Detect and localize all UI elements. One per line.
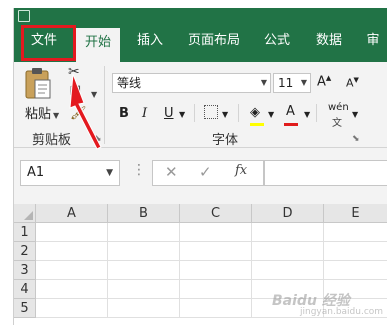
paint-bucket-icon[interactable]: ◈ — [250, 105, 260, 120]
border-icon[interactable] — [204, 105, 218, 119]
grid-cell[interactable] — [108, 261, 180, 280]
resize-handle-icon[interactable]: ⋮ — [132, 162, 146, 178]
row-header[interactable]: 3 — [14, 261, 36, 280]
divider — [238, 104, 239, 122]
select-all-icon — [24, 211, 33, 220]
grid-cell[interactable] — [108, 223, 180, 242]
row-header[interactable]: 5 — [14, 299, 36, 318]
font-name-value: 等线 — [117, 76, 142, 90]
font-name-select[interactable]: 等线 ▼ — [112, 73, 271, 93]
grid-cell[interactable] — [324, 242, 387, 261]
clipboard-icon — [25, 68, 51, 99]
grid-cell[interactable] — [180, 242, 252, 261]
chevron-down-icon[interactable]: ▼ — [179, 110, 185, 119]
watermark-subtext: jingyan.baidu.com — [300, 307, 384, 317]
file-tab-highlight-box — [21, 25, 76, 61]
font-group-label: 字体 — [212, 133, 239, 148]
shrink-font-button[interactable]: A▼ — [346, 76, 359, 90]
grid-cell[interactable] — [108, 280, 180, 299]
column-header[interactable]: A — [36, 204, 108, 223]
formula-bar: A1 ▼ ⋮ ✕ ✓ fx — [14, 148, 387, 204]
phonetic-guide-button[interactable]: wén — [328, 102, 349, 113]
phonetic-guide-glyph: 文 — [332, 118, 342, 129]
chevron-down-icon: ▼ — [300, 78, 307, 87]
font-color-button[interactable]: A — [286, 104, 295, 119]
tab-insert[interactable]: 插入 — [128, 24, 172, 62]
tab-data[interactable]: 数据 — [307, 24, 351, 62]
ribbon-tab-bar: 文件 开始 插入 页面布局 公式 数据 审 — [14, 24, 387, 62]
font-color-swatch — [284, 123, 298, 126]
chevron-down-icon[interactable]: ▼ — [222, 110, 228, 119]
shrink-font-label: A — [346, 76, 354, 90]
grid-cell[interactable] — [180, 280, 252, 299]
grow-font-label: A — [317, 74, 326, 90]
scissors-icon[interactable]: ✂ — [68, 64, 80, 80]
chevron-down-icon[interactable]: ▼ — [91, 90, 97, 99]
ribbon-home-panel: 粘贴 ▼ ✂ ❐ 🖌 ▼ 剪贴板 ⬊ 等线 ▼ 11 ▼ A▲ A▼ B I U… — [14, 62, 387, 148]
chevron-down-icon: ▼ — [106, 168, 113, 178]
quick-access-icon[interactable] — [18, 10, 30, 22]
grid-cell[interactable] — [180, 261, 252, 280]
grid-cell[interactable] — [36, 261, 108, 280]
font-size-select[interactable]: 11 ▼ — [273, 73, 311, 93]
italic-button[interactable]: I — [142, 106, 147, 121]
bold-button[interactable]: B — [119, 106, 129, 121]
chevron-down-icon[interactable]: ▼ — [268, 110, 274, 119]
underline-button[interactable]: U — [164, 106, 174, 121]
grid-cell[interactable] — [324, 261, 387, 280]
column-header[interactable]: C — [180, 204, 252, 223]
grid-cell[interactable] — [252, 261, 324, 280]
title-bar — [14, 8, 387, 24]
name-box[interactable]: A1 ▼ — [20, 160, 120, 186]
group-divider — [104, 66, 105, 144]
divider — [194, 104, 195, 122]
chevron-down-icon[interactable]: ▼ — [53, 111, 59, 120]
tab-page-layout[interactable]: 页面布局 — [179, 24, 249, 62]
row-header[interactable]: 4 — [14, 280, 36, 299]
tab-formulas[interactable]: 公式 — [255, 24, 299, 62]
grid-cell[interactable] — [252, 242, 324, 261]
font-size-value: 11 — [278, 76, 294, 90]
chevron-down-icon: ▼ — [260, 78, 267, 87]
check-icon[interactable]: ✓ — [199, 163, 212, 181]
grow-font-button[interactable]: A▲ — [317, 74, 331, 89]
insert-function-button[interactable]: fx — [235, 163, 247, 178]
clipboard-group-label: 剪贴板 — [32, 133, 72, 148]
grid-cell[interactable] — [36, 280, 108, 299]
tab-home[interactable]: 开始 — [76, 28, 120, 62]
paste-label: 粘贴 — [24, 107, 51, 122]
dialog-launcher-icon[interactable]: ⬊ — [94, 134, 102, 144]
grid-cell[interactable] — [108, 242, 180, 261]
grid-cell[interactable] — [36, 242, 108, 261]
column-header[interactable]: B — [108, 204, 180, 223]
grid-cell[interactable] — [108, 299, 180, 318]
row-header[interactable]: 2 — [14, 242, 36, 261]
chevron-down-icon[interactable]: ▼ — [304, 110, 310, 119]
copy-icon[interactable]: ❐ — [70, 84, 81, 98]
name-box-value: A1 — [27, 165, 45, 180]
dialog-launcher-icon[interactable]: ⬊ — [352, 134, 360, 144]
chevron-down-icon[interactable]: ▼ — [352, 110, 358, 119]
grid-cell[interactable] — [36, 223, 108, 242]
grid-cell[interactable] — [36, 299, 108, 318]
grid-cell[interactable] — [252, 223, 324, 242]
grid-cell[interactable] — [180, 299, 252, 318]
tab-review[interactable]: 审 — [358, 24, 387, 62]
fill-color-swatch — [250, 123, 264, 126]
close-icon[interactable]: ✕ — [165, 163, 178, 181]
grid-cell[interactable] — [180, 223, 252, 242]
grid-cell[interactable] — [324, 223, 387, 242]
formula-input[interactable] — [264, 160, 387, 186]
excel-window: 文件 开始 插入 页面布局 公式 数据 审 粘贴 ▼ ✂ ❐ 🖌 ▼ 剪贴板 ⬊ — [13, 8, 387, 325]
select-all-button[interactable] — [14, 204, 36, 223]
column-header[interactable]: D — [252, 204, 324, 223]
paste-button[interactable]: 粘贴 ▼ — [23, 66, 63, 122]
formula-buttons: ✕ ✓ fx — [152, 160, 264, 186]
brush-icon[interactable]: 🖌 — [70, 106, 87, 121]
row-header[interactable]: 1 — [14, 223, 36, 242]
divider — [316, 104, 317, 122]
column-header[interactable]: E — [324, 204, 387, 223]
